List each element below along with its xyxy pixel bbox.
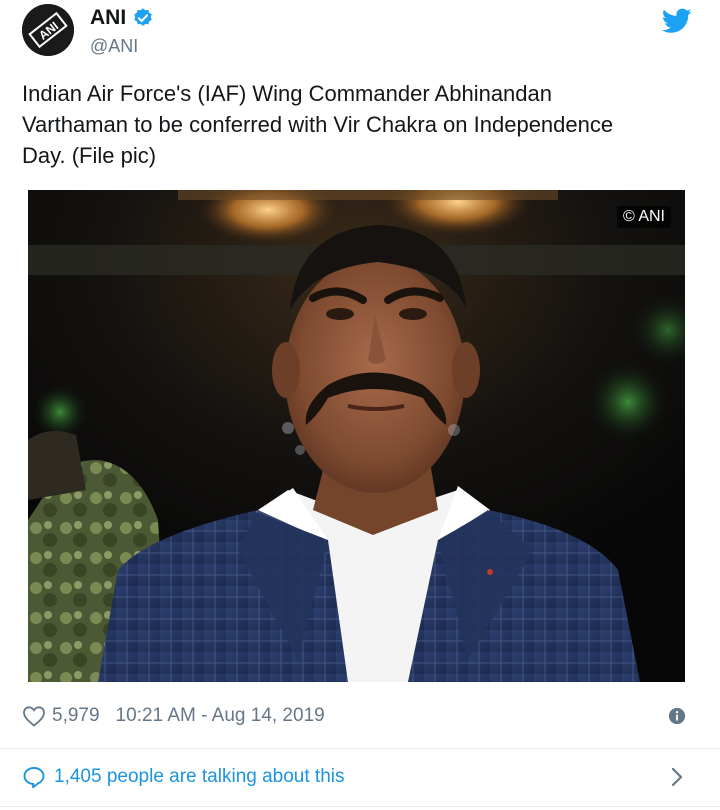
divider bbox=[0, 748, 720, 749]
divider bbox=[0, 806, 720, 807]
tweet-text-line: Day. (File pic) bbox=[22, 143, 157, 168]
twitter-bird-icon[interactable] bbox=[662, 8, 692, 34]
tweet-text-line: Varthaman to be conferred with Vir Chakr… bbox=[22, 112, 614, 137]
embedded-tweet-card: ANI ANI @ANI Indian Air Force's (IAF) Wi… bbox=[0, 0, 720, 810]
conversation-count-text[interactable]: 1,405 people are talking about this bbox=[54, 766, 345, 788]
tweet-meta-row: 5,979 10:21 AM - Aug 14, 2019 bbox=[22, 700, 698, 732]
display-name[interactable]: ANI bbox=[90, 4, 126, 32]
tweet-text: Indian Air Force's (IAF) Wing Commander … bbox=[22, 78, 682, 171]
user-handle[interactable]: @ANI bbox=[90, 34, 138, 58]
chevron-right-icon[interactable] bbox=[670, 766, 684, 788]
like-count: 5,979 bbox=[52, 705, 100, 726]
portrait-photo bbox=[28, 190, 685, 682]
tweet-photo[interactable]: © ANI bbox=[28, 190, 685, 682]
ani-logo: ANI bbox=[22, 4, 74, 56]
speech-bubble-icon bbox=[23, 767, 45, 789]
author-name-row[interactable]: ANI bbox=[90, 4, 154, 32]
photo-watermark: © ANI bbox=[616, 206, 671, 228]
avatar[interactable]: ANI bbox=[22, 4, 74, 56]
conversation-link[interactable]: 1,405 people are talking about this bbox=[22, 760, 698, 794]
verified-badge-icon bbox=[134, 8, 152, 26]
heart-icon bbox=[23, 706, 45, 727]
tweet-text-line: Indian Air Force's (IAF) Wing Commander … bbox=[22, 81, 552, 106]
like-button[interactable]: 5,979 bbox=[22, 705, 100, 727]
info-icon[interactable] bbox=[668, 707, 686, 725]
tweet-timestamp[interactable]: 10:21 AM - Aug 14, 2019 bbox=[116, 705, 325, 727]
